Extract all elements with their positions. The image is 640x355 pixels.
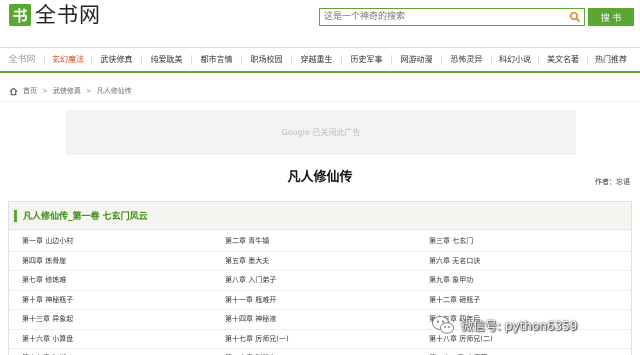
nav-item-wangyou[interactable]: 网游动漫 bbox=[392, 48, 441, 72]
wechat-watermark: 微信号: python6359 bbox=[431, 313, 637, 337]
chapter-row-divider bbox=[8, 289, 632, 291]
chapter-link[interactable]: 第一章 山边小村 bbox=[22, 231, 73, 251]
search-input[interactable] bbox=[320, 9, 564, 25]
ad-text: Google 已关闭此广告 bbox=[281, 128, 361, 137]
chapter-link[interactable]: 第八章 入门弟子 bbox=[225, 270, 276, 290]
chapter-link[interactable]: 第十九章 江湖斗 bbox=[22, 348, 73, 355]
nav-item-lishi[interactable]: 历史军事 bbox=[342, 48, 391, 72]
watermark-text: 微信号: python6359 bbox=[461, 318, 578, 333]
chapter-link[interactable]: 第十六章 小算盘 bbox=[22, 329, 73, 349]
chapter-link[interactable]: 第十三章 异象起 bbox=[22, 309, 73, 329]
volume-title: 凡人修仙传_第一卷 七玄门风云 bbox=[23, 212, 148, 222]
breadcrumb-separator: > bbox=[42, 87, 48, 95]
book-title: 凡人修仙传 bbox=[287, 170, 353, 185]
category-nav: 全书网 玄幻魔法 武侠修真 纯爱耽美 都市言情 职场校园 穿越重生 历史军事 网… bbox=[0, 47, 640, 73]
chapter-link[interactable]: 第二十章 驯鼠丸 bbox=[225, 348, 276, 355]
volume-marker bbox=[14, 210, 17, 222]
chapter-link[interactable]: 第七章 修炼难 bbox=[22, 270, 66, 290]
chapter-link[interactable]: 第十一章 瓶难开 bbox=[225, 290, 276, 310]
search-button[interactable]: 搜 书 bbox=[588, 8, 634, 26]
search-icon[interactable] bbox=[569, 11, 581, 23]
chapter-link[interactable]: 第十章 神秘瓶子 bbox=[22, 290, 73, 310]
book-author: 作者：忘语 bbox=[595, 178, 630, 186]
chapter-link[interactable]: 第五章 墨大夫 bbox=[225, 251, 269, 271]
nav-item-zhichang[interactable]: 职场校园 bbox=[242, 48, 291, 72]
chapter-link[interactable]: 第二十一章 止痛药 bbox=[429, 348, 487, 355]
nav-item-wuxia[interactable]: 武侠修真 bbox=[92, 48, 141, 72]
chapter-row-divider bbox=[8, 250, 632, 252]
breadcrumb-current: 凡人修仙传 bbox=[96, 87, 132, 95]
wechat-icon bbox=[432, 316, 454, 334]
nav-item-kehuan[interactable]: 科幻小说 bbox=[492, 48, 538, 72]
nav-item-chunai[interactable]: 纯爱耽美 bbox=[142, 48, 191, 72]
nav-item-meiwen[interactable]: 美文名著 bbox=[539, 48, 587, 72]
nav-item-xuanhuan[interactable]: 玄幻魔法 bbox=[45, 48, 91, 72]
nav-item-remen[interactable]: 热门推荐 bbox=[588, 48, 634, 72]
chapter-link[interactable]: 第九章 象甲功 bbox=[429, 270, 473, 290]
nav-item-dushi[interactable]: 都市言情 bbox=[192, 48, 241, 72]
chapter-link[interactable]: 第三章 七玄门 bbox=[429, 231, 473, 251]
divider bbox=[0, 101, 640, 102]
logo-badge: 书 bbox=[9, 4, 31, 26]
chapter-link[interactable]: 第十四章 神秘液 bbox=[225, 309, 276, 329]
logo-text: 全书网 bbox=[35, 3, 101, 27]
chapter-link[interactable]: 第十七章 厉师兄(一) bbox=[225, 329, 289, 349]
breadcrumb: 首页 > 武侠修真 > 凡人修仙传 bbox=[9, 86, 132, 96]
home-icon bbox=[9, 87, 18, 95]
search-box bbox=[319, 8, 585, 26]
nav-item-chuanyue[interactable]: 穿越重生 bbox=[292, 48, 341, 72]
chapter-link[interactable]: 第二章 青牛镇 bbox=[225, 231, 269, 251]
chapter-link[interactable]: 第十二章 砸瓶子 bbox=[429, 290, 480, 310]
chapter-link[interactable]: 第四章 炼骨崖 bbox=[22, 251, 66, 271]
nav-site-name[interactable]: 全书网 bbox=[0, 48, 44, 72]
breadcrumb-category[interactable]: 武侠修真 bbox=[53, 86, 81, 96]
chapter-row-divider bbox=[8, 270, 632, 271]
chapter-link[interactable]: 第六章 无名口诀 bbox=[429, 251, 480, 271]
nav-item-kongbu[interactable]: 恐怖灵异 bbox=[442, 48, 491, 72]
ad-placeholder: Google 已关闭此广告 bbox=[66, 110, 576, 155]
chapter-row-divider bbox=[8, 348, 632, 349]
site-header: 书 全书网 搜 书 bbox=[0, 0, 640, 42]
site-logo[interactable]: 书 全书网 bbox=[9, 4, 101, 26]
breadcrumb-home[interactable]: 首页 bbox=[23, 86, 37, 96]
breadcrumb-separator: > bbox=[85, 87, 92, 95]
chapter-row-divider bbox=[8, 309, 632, 310]
volume-header: 凡人修仙传_第一卷 七玄门风云 bbox=[9, 202, 631, 230]
